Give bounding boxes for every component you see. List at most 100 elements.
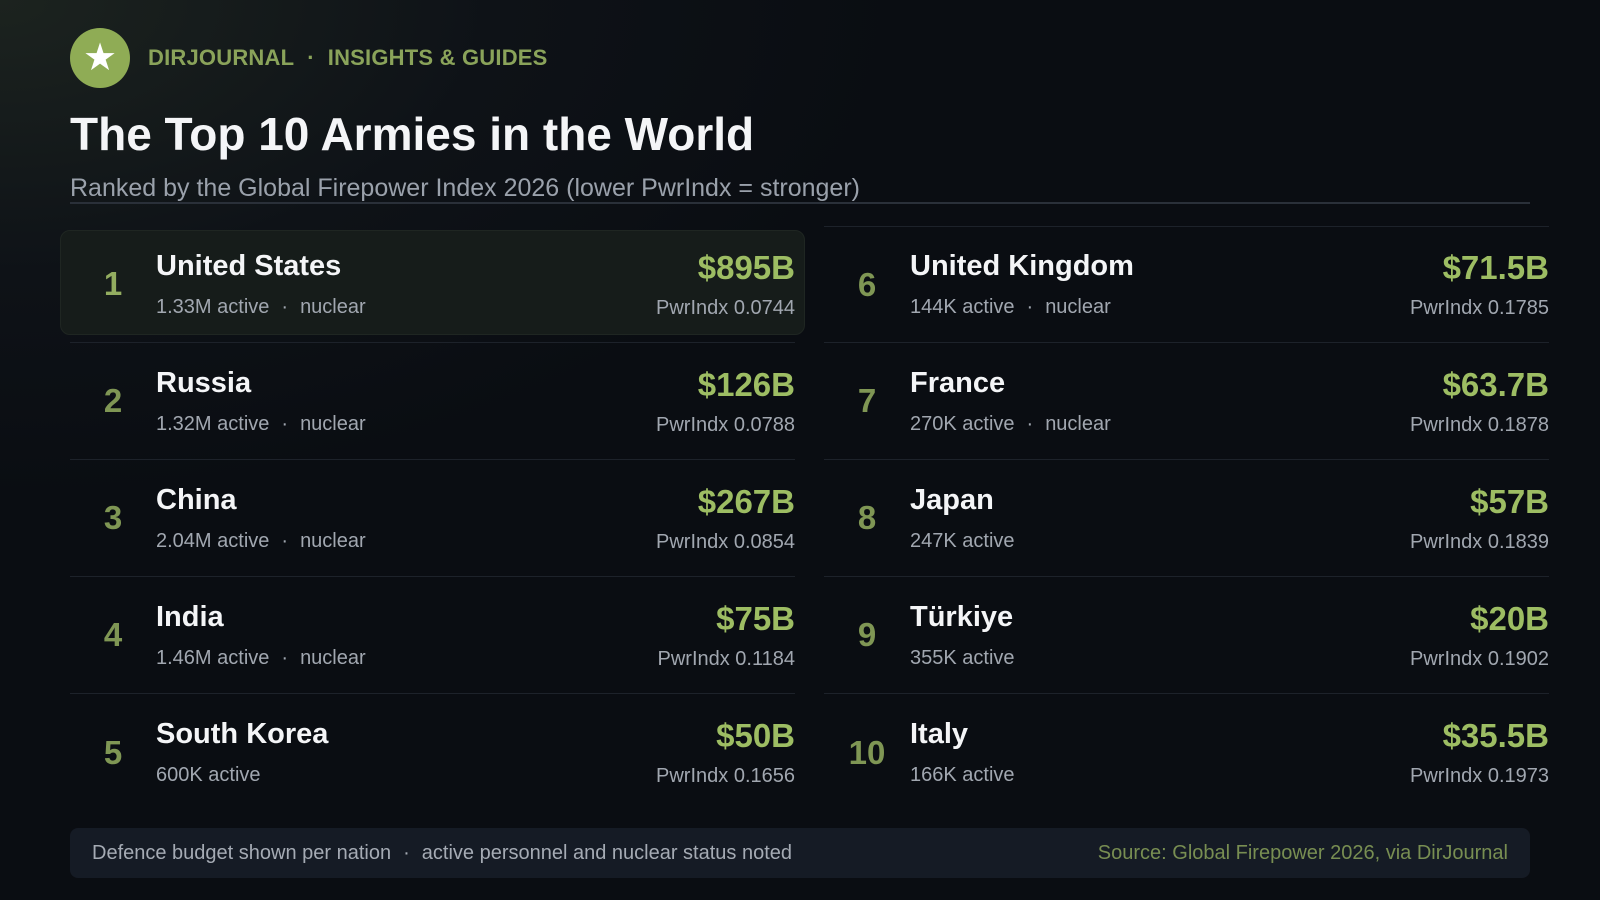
ranking-row: 3 China 2.04M active · nuclear $267B Pwr… — [70, 460, 795, 577]
active-personnel: 600K active — [156, 764, 261, 786]
active-personnel: 247K active — [910, 529, 1015, 552]
country-info: France 270K active · nuclear — [910, 367, 1410, 436]
country-figures: $267B PwrIndx 0.0854 — [656, 483, 795, 554]
power-index: PwrIndx 0.1973 — [1410, 765, 1549, 787]
defence-budget: $63.7B — [1442, 365, 1549, 403]
country-meta: 2.04M active · nuclear — [156, 530, 656, 553]
country-meta: 1.46M active · nuclear — [156, 647, 658, 670]
ranking-row: 4 India 1.46M active · nuclear $75B PwrI… — [70, 577, 795, 694]
active-personnel: 270K active — [910, 412, 1015, 435]
footer-source: Source: Global Firepower 2026, via DirJo… — [1097, 841, 1508, 864]
rank-number: 2 — [103, 382, 123, 419]
footer-note-personnel: active personnel and nuclear status note… — [421, 841, 793, 864]
country-name: India — [156, 600, 224, 633]
star-icon: ★ — [70, 28, 130, 88]
active-personnel: 144K active — [910, 296, 1015, 318]
country-figures: $63.7B PwrIndx 0.1878 — [1410, 366, 1549, 437]
meta-separator: · — [1026, 412, 1034, 435]
defence-budget: $71.5B — [1442, 249, 1549, 286]
rank-number: 10 — [848, 733, 886, 771]
country-meta: 247K active · — [910, 530, 1410, 553]
rank-number: 9 — [857, 616, 877, 653]
active-personnel: 1.33M active — [156, 295, 270, 318]
power-index: PwrIndx 0.1184 — [657, 647, 796, 670]
country-name: United Kingdom — [910, 250, 1134, 282]
country-name: China — [156, 483, 237, 516]
power-index: PwrIndx 0.0788 — [656, 413, 795, 436]
page-subtitle: Ranked by the Global Firepower Index 202… — [70, 173, 860, 202]
active-personnel: 1.32M active — [156, 412, 270, 435]
country-figures: $75B PwrIndx 0.1184 — [658, 600, 796, 671]
country-name: Italy — [910, 718, 969, 750]
ranking-row: 6 United Kingdom 144K active · nuclear $… — [824, 226, 1549, 343]
footer-note-budget: Defence budget shown per nation — [92, 841, 392, 864]
page-title: The Top 10 Armies in the World — [70, 108, 755, 160]
country-info: South Korea 600K active · — [156, 718, 656, 787]
country-meta: 270K active · nuclear — [910, 413, 1410, 436]
nuclear-status: nuclear — [300, 529, 366, 552]
meta-separator: · — [281, 412, 289, 435]
brand-section: INSIGHTS & GUIDES — [327, 45, 548, 70]
power-index: PwrIndx 0.1878 — [1410, 413, 1549, 436]
country-info: United States 1.33M active · nuclear — [156, 250, 656, 319]
brand-name: DIRJOURNAL — [148, 45, 295, 70]
country-figures: $35.5B PwrIndx 0.1973 — [1410, 717, 1549, 788]
active-personnel: 1.46M active — [156, 646, 270, 669]
rank-number: 3 — [103, 499, 123, 536]
country-name: South Korea — [156, 718, 329, 750]
defence-budget: $75B — [716, 599, 795, 637]
defence-budget: $20B — [1470, 599, 1549, 637]
rank-number: 5 — [103, 733, 123, 771]
ranking-column-left: 1 United States 1.33M active · nuclear $… — [60, 226, 805, 811]
power-index: PwrIndx 0.0744 — [656, 296, 795, 319]
brand-bar: ★ DIRJOURNAL · INSIGHTS & GUIDES — [70, 28, 1530, 88]
defence-budget: $57B — [1470, 482, 1549, 520]
country-figures: $50B PwrIndx 0.1656 — [656, 717, 795, 788]
power-index: PwrIndx 0.0854 — [656, 530, 795, 553]
brand-text: DIRJOURNAL · INSIGHTS & GUIDES — [148, 45, 548, 71]
nuclear-status: nuclear — [300, 412, 366, 435]
country-name: Türkiye — [910, 600, 1014, 633]
rank-number: 7 — [857, 382, 877, 419]
power-index: PwrIndx 0.1902 — [1410, 647, 1549, 670]
ranking-row: 5 South Korea 600K active · $50B PwrIndx… — [70, 694, 795, 811]
meta-separator: · — [281, 295, 289, 318]
ranking-column-right: 6 United Kingdom 144K active · nuclear $… — [824, 226, 1549, 811]
country-figures: $126B PwrIndx 0.0788 — [656, 366, 795, 437]
defence-budget: $895B — [697, 248, 795, 286]
country-figures: $57B PwrIndx 0.1839 — [1410, 483, 1549, 554]
meta-separator: · — [281, 529, 289, 552]
defence-budget: $50B — [716, 717, 795, 754]
active-personnel: 355K active — [910, 646, 1015, 669]
ranking-row: 2 Russia 1.32M active · nuclear $126B Pw… — [70, 343, 795, 460]
power-index: PwrIndx 0.1785 — [1410, 297, 1549, 319]
meta-separator: · — [281, 646, 289, 669]
defence-budget: $35.5B — [1442, 717, 1549, 754]
country-name: Japan — [910, 483, 994, 516]
country-info: United Kingdom 144K active · nuclear — [910, 250, 1410, 319]
country-figures: $895B PwrIndx 0.0744 — [656, 249, 795, 320]
country-info: Russia 1.32M active · nuclear — [156, 367, 656, 436]
rank-number: 1 — [103, 265, 123, 302]
power-index: PwrIndx 0.1839 — [1410, 530, 1549, 553]
rank-number: 8 — [857, 499, 877, 536]
nuclear-status: nuclear — [300, 295, 366, 318]
nuclear-status: nuclear — [1045, 296, 1111, 318]
country-name: United States — [156, 249, 342, 282]
meta-separator: · — [1026, 296, 1034, 318]
country-meta: 144K active · nuclear — [910, 296, 1410, 319]
footer-separator: · — [403, 841, 410, 864]
footer-note: Defence budget shown per nation · active… — [92, 842, 792, 865]
ranking-row: 9 Türkiye 355K active · $20B PwrIndx 0.1… — [824, 577, 1549, 694]
country-info: Italy 166K active · — [910, 718, 1410, 787]
country-info: Japan 247K active · — [910, 484, 1410, 553]
country-name: France — [910, 366, 1006, 399]
country-info: Türkiye 355K active · — [910, 601, 1410, 670]
nuclear-status: nuclear — [300, 646, 366, 669]
country-info: India 1.46M active · nuclear — [156, 601, 658, 670]
rank-number: 4 — [103, 616, 123, 653]
header: ★ DIRJOURNAL · INSIGHTS & GUIDES The Top… — [70, 28, 1530, 203]
defence-budget: $126B — [697, 365, 795, 403]
ranking-row: 10 Italy 166K active · $35.5B PwrIndx 0.… — [824, 694, 1549, 811]
power-index: PwrIndx 0.1656 — [656, 765, 795, 787]
